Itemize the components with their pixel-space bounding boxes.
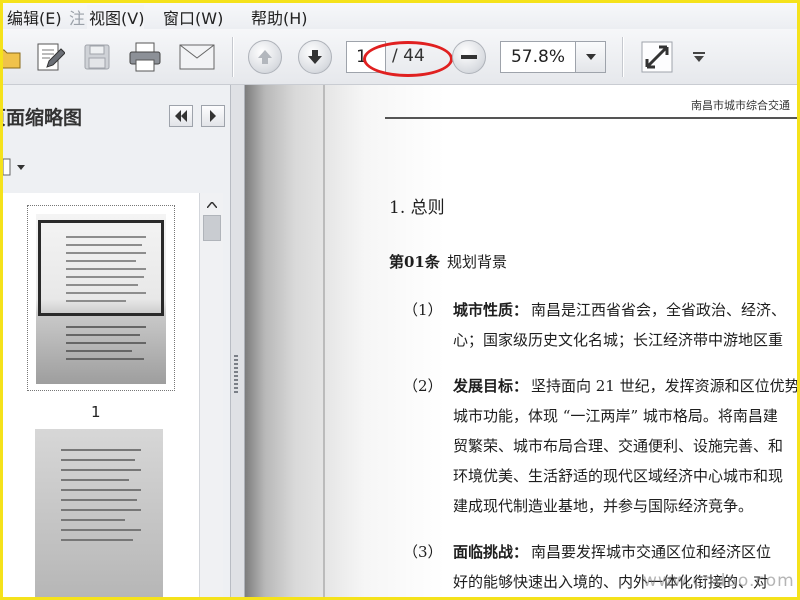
viewport-indicator[interactable]: [38, 220, 164, 316]
paragraph-index: （1）: [403, 301, 443, 319]
arrow-down-icon: [308, 50, 322, 64]
paragraph-index: （2）: [403, 377, 443, 395]
paragraph-index: （3）: [403, 543, 443, 561]
zoom-level-input[interactable]: 57.8%: [500, 41, 576, 73]
email-button[interactable]: [177, 39, 217, 75]
toolbar-separator: [232, 37, 233, 77]
document-running-header: 南昌市城市综合交通: [691, 99, 790, 112]
app-window: 编辑(E) 注 标 视图(V) 窗口(W) 帮助(H): [0, 0, 800, 600]
menu-help[interactable]: 帮助(H): [251, 5, 308, 29]
grip-handle[interactable]: [234, 355, 238, 395]
thumbnail-page-1[interactable]: [27, 205, 175, 391]
chevron-up-icon: [207, 202, 217, 208]
menu-edit[interactable]: 编辑(E): [7, 5, 62, 29]
edit-document-icon: [37, 43, 65, 71]
menu-window[interactable]: 窗口(W): [163, 5, 223, 29]
paragraph-line: 城市功能，体现 “一江两岸” 城市格局。将南昌建: [453, 407, 778, 425]
toolbar-separator: [622, 37, 623, 77]
document-view[interactable]: 南昌市城市综合交通 1. 总则 第01条 规划背景 （1） 城市性质： 南昌是江…: [245, 85, 797, 597]
paragraph-heading: 发展目标：: [453, 377, 529, 395]
scroll-up-button[interactable]: [203, 197, 221, 213]
thumbnail-options-icon: [3, 158, 25, 176]
print-button[interactable]: [127, 39, 163, 75]
envelope-icon: [179, 44, 215, 70]
menu-view[interactable]: 视图(V): [87, 5, 145, 29]
thumbnail-page-2[interactable]: [35, 429, 163, 597]
thumbnail-scrollbar[interactable]: [199, 193, 223, 597]
thumbnail-list: 1: [3, 193, 199, 597]
paragraph-line: 坚持面向 21 世纪，发挥资源和区位优势: [531, 377, 797, 395]
save-icon: [84, 44, 110, 70]
zoom-dropdown-button[interactable]: [576, 41, 606, 73]
menu-bar: 编辑(E) 注 标 视图(V) 窗口(W) 帮助(H): [3, 3, 797, 29]
paragraph-line: 环境优美、生活舒适的现代区域经济中心城市和现: [453, 467, 784, 485]
paragraph-heading: 城市性质：: [453, 301, 529, 319]
toolbar: 1 / 44 57.8%: [3, 29, 797, 85]
double-chevron-left-icon: [175, 110, 187, 122]
red-highlight-ellipse: [363, 41, 453, 77]
watermark: www.cndao.com: [643, 571, 795, 591]
open-button[interactable]: [3, 39, 25, 75]
edit-document-button[interactable]: [31, 39, 67, 75]
paragraph-line: 南昌要发挥城市交通区位和经济区位: [531, 543, 772, 561]
paragraph-line: 贸繁荣、城市布局合理、交通便利、设施完善、和: [453, 437, 784, 455]
expand-panel-button[interactable]: [201, 105, 225, 127]
chevron-down-icon: [585, 54, 596, 60]
section-title: 1. 总则: [389, 198, 445, 218]
paragraph-heading: 面临挑战：: [453, 543, 529, 561]
full-screen-button[interactable]: [639, 39, 675, 75]
save-button[interactable]: [79, 39, 115, 75]
next-page-button[interactable]: [298, 40, 332, 74]
paragraph-line: 心；国家级历史文化名城；长江经济带中游地区重: [453, 331, 784, 349]
chevron-right-icon: [210, 110, 216, 122]
minus-icon: [461, 55, 477, 59]
zoom-out-button[interactable]: [452, 40, 486, 74]
arrow-up-icon: [258, 50, 272, 64]
article-title: 规划背景: [447, 253, 508, 271]
folder-icon: [3, 49, 21, 69]
panel-title: 页面缩略图: [3, 107, 83, 129]
panel-splitter[interactable]: [231, 85, 245, 597]
header-rule: [385, 117, 797, 119]
toolbar-options-button[interactable]: [687, 39, 711, 75]
page-edge: [323, 85, 325, 597]
expand-icon: [641, 41, 673, 73]
paragraph-line: 南昌是江西省省会，全省政治、经济、: [531, 301, 787, 319]
scroll-thumb[interactable]: [203, 215, 221, 241]
previous-page-button[interactable]: [248, 40, 282, 74]
chevron-down-icon: [693, 52, 705, 62]
thumbnail-page-number: 1: [91, 403, 101, 421]
paragraph-line: 建成现代制造业基地，并参与国际经济竞争。: [453, 497, 754, 515]
article-number: 第01条: [389, 253, 440, 271]
printer-icon: [129, 42, 161, 72]
thumbnail-image: [36, 214, 166, 384]
page-thumbnails-panel: 页面缩略图: [3, 85, 231, 597]
thumbnail-options-button[interactable]: [3, 155, 43, 179]
collapse-panel-button[interactable]: [169, 105, 193, 127]
